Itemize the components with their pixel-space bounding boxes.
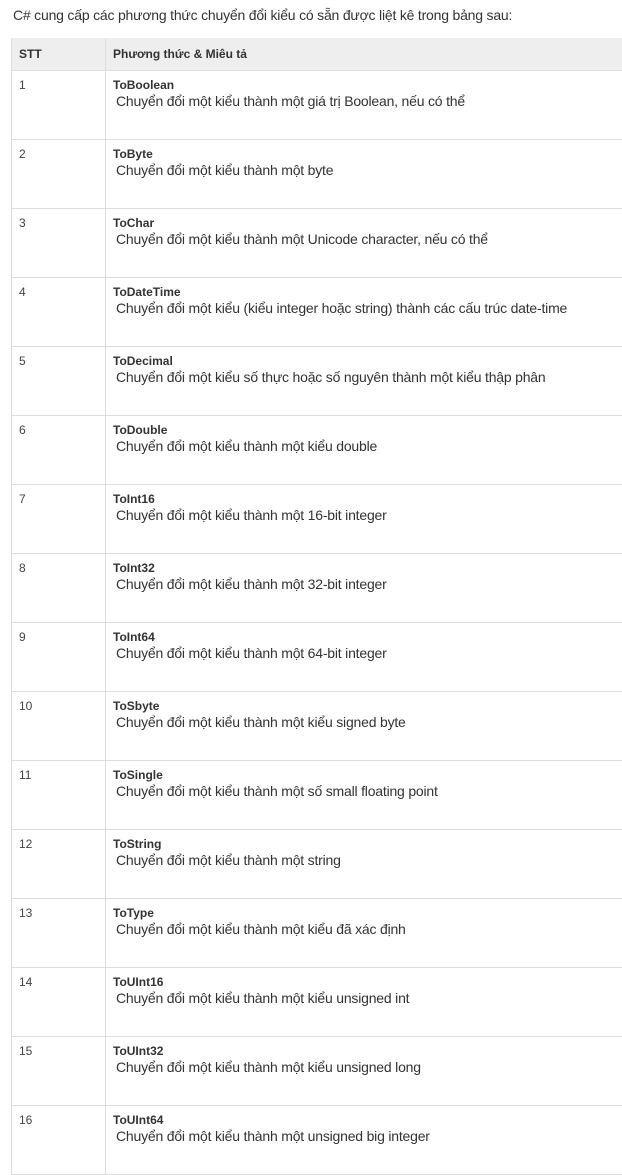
- header-method-description: Phương thức & Miêu tả: [106, 38, 622, 71]
- table-header-row: STT Phương thức & Miêu tả: [12, 38, 622, 71]
- method-cell: ToTypeChuyển đổi một kiểu thành một kiểu…: [106, 899, 622, 968]
- table-row: 16ToUInt64Chuyển đổi một kiểu thành một …: [12, 1106, 622, 1175]
- method-name: ToUInt32: [113, 1044, 622, 1058]
- row-number: 4: [12, 278, 106, 347]
- method-description: Chuyển đổi một kiểu thành một byte: [113, 161, 622, 179]
- method-cell: ToCharChuyển đổi một kiểu thành một Unic…: [106, 209, 622, 278]
- method-description: Chuyển đổi một kiểu thành một string: [113, 851, 622, 869]
- row-number: 15: [12, 1037, 106, 1106]
- row-number: 2: [12, 140, 106, 209]
- method-description: Chuyển đổi một kiểu thành một kiểu đã xá…: [113, 920, 622, 938]
- table-row: 15ToUInt32Chuyển đổi một kiểu thành một …: [12, 1037, 622, 1106]
- method-cell: ToDoubleChuyển đổi một kiểu thành một ki…: [106, 416, 622, 485]
- method-name: ToString: [113, 837, 622, 851]
- table-row: 11ToSingleChuyển đổi một kiểu thành một …: [12, 761, 622, 830]
- method-description: Chuyển đổi một kiểu thành một kiểu unsig…: [113, 989, 622, 1007]
- table-row: 12ToStringChuyển đổi một kiểu thành một …: [12, 830, 622, 899]
- method-description: Chuyển đổi một kiểu (kiểu integer hoặc s…: [113, 299, 622, 317]
- table-row: 4ToDateTimeChuyển đổi một kiểu (kiểu int…: [12, 278, 622, 347]
- method-cell: ToUInt16Chuyển đổi một kiểu thành một ki…: [106, 968, 622, 1037]
- table-row: 14ToUInt16Chuyển đổi một kiểu thành một …: [12, 968, 622, 1037]
- method-name: ToUInt16: [113, 975, 622, 989]
- row-number: 3: [12, 209, 106, 278]
- method-name: ToInt16: [113, 492, 622, 506]
- row-number: 1: [12, 71, 106, 140]
- table-row: 7ToInt16Chuyển đổi một kiểu thành một 16…: [12, 485, 622, 554]
- row-number: 13: [12, 899, 106, 968]
- method-name: ToInt64: [113, 630, 622, 644]
- method-cell: ToInt16Chuyển đổi một kiểu thành một 16-…: [106, 485, 622, 554]
- row-number: 8: [12, 554, 106, 623]
- row-number: 11: [12, 761, 106, 830]
- method-cell: ToInt64Chuyển đổi một kiểu thành một 64-…: [106, 623, 622, 692]
- method-name: ToBoolean: [113, 78, 622, 92]
- row-number: 5: [12, 347, 106, 416]
- method-description: Chuyển đổi một kiểu thành một 64-bit int…: [113, 644, 622, 662]
- table-row: 5ToDecimalChuyển đổi một kiểu số thực ho…: [12, 347, 622, 416]
- table-row: 2ToByteChuyển đổi một kiểu thành một byt…: [12, 140, 622, 209]
- intro-text: C# cung cấp các phương thức chuyển đổi k…: [13, 7, 512, 23]
- conversion-methods-table: STT Phương thức & Miêu tả 1ToBooleanChuy…: [11, 38, 622, 1175]
- method-name: ToByte: [113, 147, 622, 161]
- method-description: Chuyển đổi một kiểu thành một 16-bit int…: [113, 506, 622, 524]
- method-name: ToType: [113, 906, 622, 920]
- table-row: 6ToDoubleChuyển đổi một kiểu thành một k…: [12, 416, 622, 485]
- row-number: 14: [12, 968, 106, 1037]
- method-name: ToDateTime: [113, 285, 622, 299]
- method-name: ToChar: [113, 216, 622, 230]
- method-cell: ToByteChuyển đổi một kiểu thành một byte: [106, 140, 622, 209]
- method-cell: ToStringChuyển đổi một kiểu thành một st…: [106, 830, 622, 899]
- method-cell: ToUInt64Chuyển đổi một kiểu thành một un…: [106, 1106, 622, 1175]
- method-cell: ToSbyteChuyển đổi một kiểu thành một kiể…: [106, 692, 622, 761]
- method-name: ToSingle: [113, 768, 622, 782]
- header-stt: STT: [12, 38, 106, 71]
- method-description: Chuyển đổi một kiểu thành một kiểu signe…: [113, 713, 622, 731]
- method-cell: ToInt32Chuyển đổi một kiểu thành một 32-…: [106, 554, 622, 623]
- row-number: 9: [12, 623, 106, 692]
- row-number: 7: [12, 485, 106, 554]
- method-name: ToSbyte: [113, 699, 622, 713]
- method-name: ToDouble: [113, 423, 622, 437]
- method-name: ToUInt64: [113, 1113, 622, 1127]
- row-number: 6: [12, 416, 106, 485]
- table-row: 9ToInt64Chuyển đổi một kiểu thành một 64…: [12, 623, 622, 692]
- method-cell: ToBooleanChuyển đổi một kiểu thành một g…: [106, 71, 622, 140]
- table-row: 10ToSbyteChuyển đổi một kiểu thành một k…: [12, 692, 622, 761]
- table-row: 13ToTypeChuyển đổi một kiểu thành một ki…: [12, 899, 622, 968]
- method-cell: ToSingleChuyển đổi một kiểu thành một số…: [106, 761, 622, 830]
- method-cell: ToDateTimeChuyển đổi một kiểu (kiểu inte…: [106, 278, 622, 347]
- method-name: ToDecimal: [113, 354, 622, 368]
- method-description: Chuyển đổi một kiểu thành một Unicode ch…: [113, 230, 622, 248]
- row-number: 16: [12, 1106, 106, 1175]
- table-row: 3ToCharChuyển đổi một kiểu thành một Uni…: [12, 209, 622, 278]
- method-description: Chuyển đổi một kiểu thành một unsigned b…: [113, 1127, 622, 1145]
- method-description: Chuyển đổi một kiểu thành một kiểu doubl…: [113, 437, 622, 455]
- method-description: Chuyển đổi một kiểu thành một giá trị Bo…: [113, 92, 622, 110]
- method-cell: ToUInt32Chuyển đổi một kiểu thành một ki…: [106, 1037, 622, 1106]
- table-row: 1ToBooleanChuyển đổi một kiểu thành một …: [12, 71, 622, 140]
- row-number: 10: [12, 692, 106, 761]
- method-name: ToInt32: [113, 561, 622, 575]
- method-description: Chuyển đổi một kiểu thành một 32-bit int…: [113, 575, 622, 593]
- row-number: 12: [12, 830, 106, 899]
- method-description: Chuyển đổi một kiểu thành một số small f…: [113, 782, 622, 800]
- method-cell: ToDecimalChuyển đổi một kiểu số thực hoặ…: [106, 347, 622, 416]
- method-description: Chuyển đổi một kiểu số thực hoặc số nguy…: [113, 368, 622, 386]
- method-description: Chuyển đổi một kiểu thành một kiểu unsig…: [113, 1058, 622, 1076]
- table-row: 8ToInt32Chuyển đổi một kiểu thành một 32…: [12, 554, 622, 623]
